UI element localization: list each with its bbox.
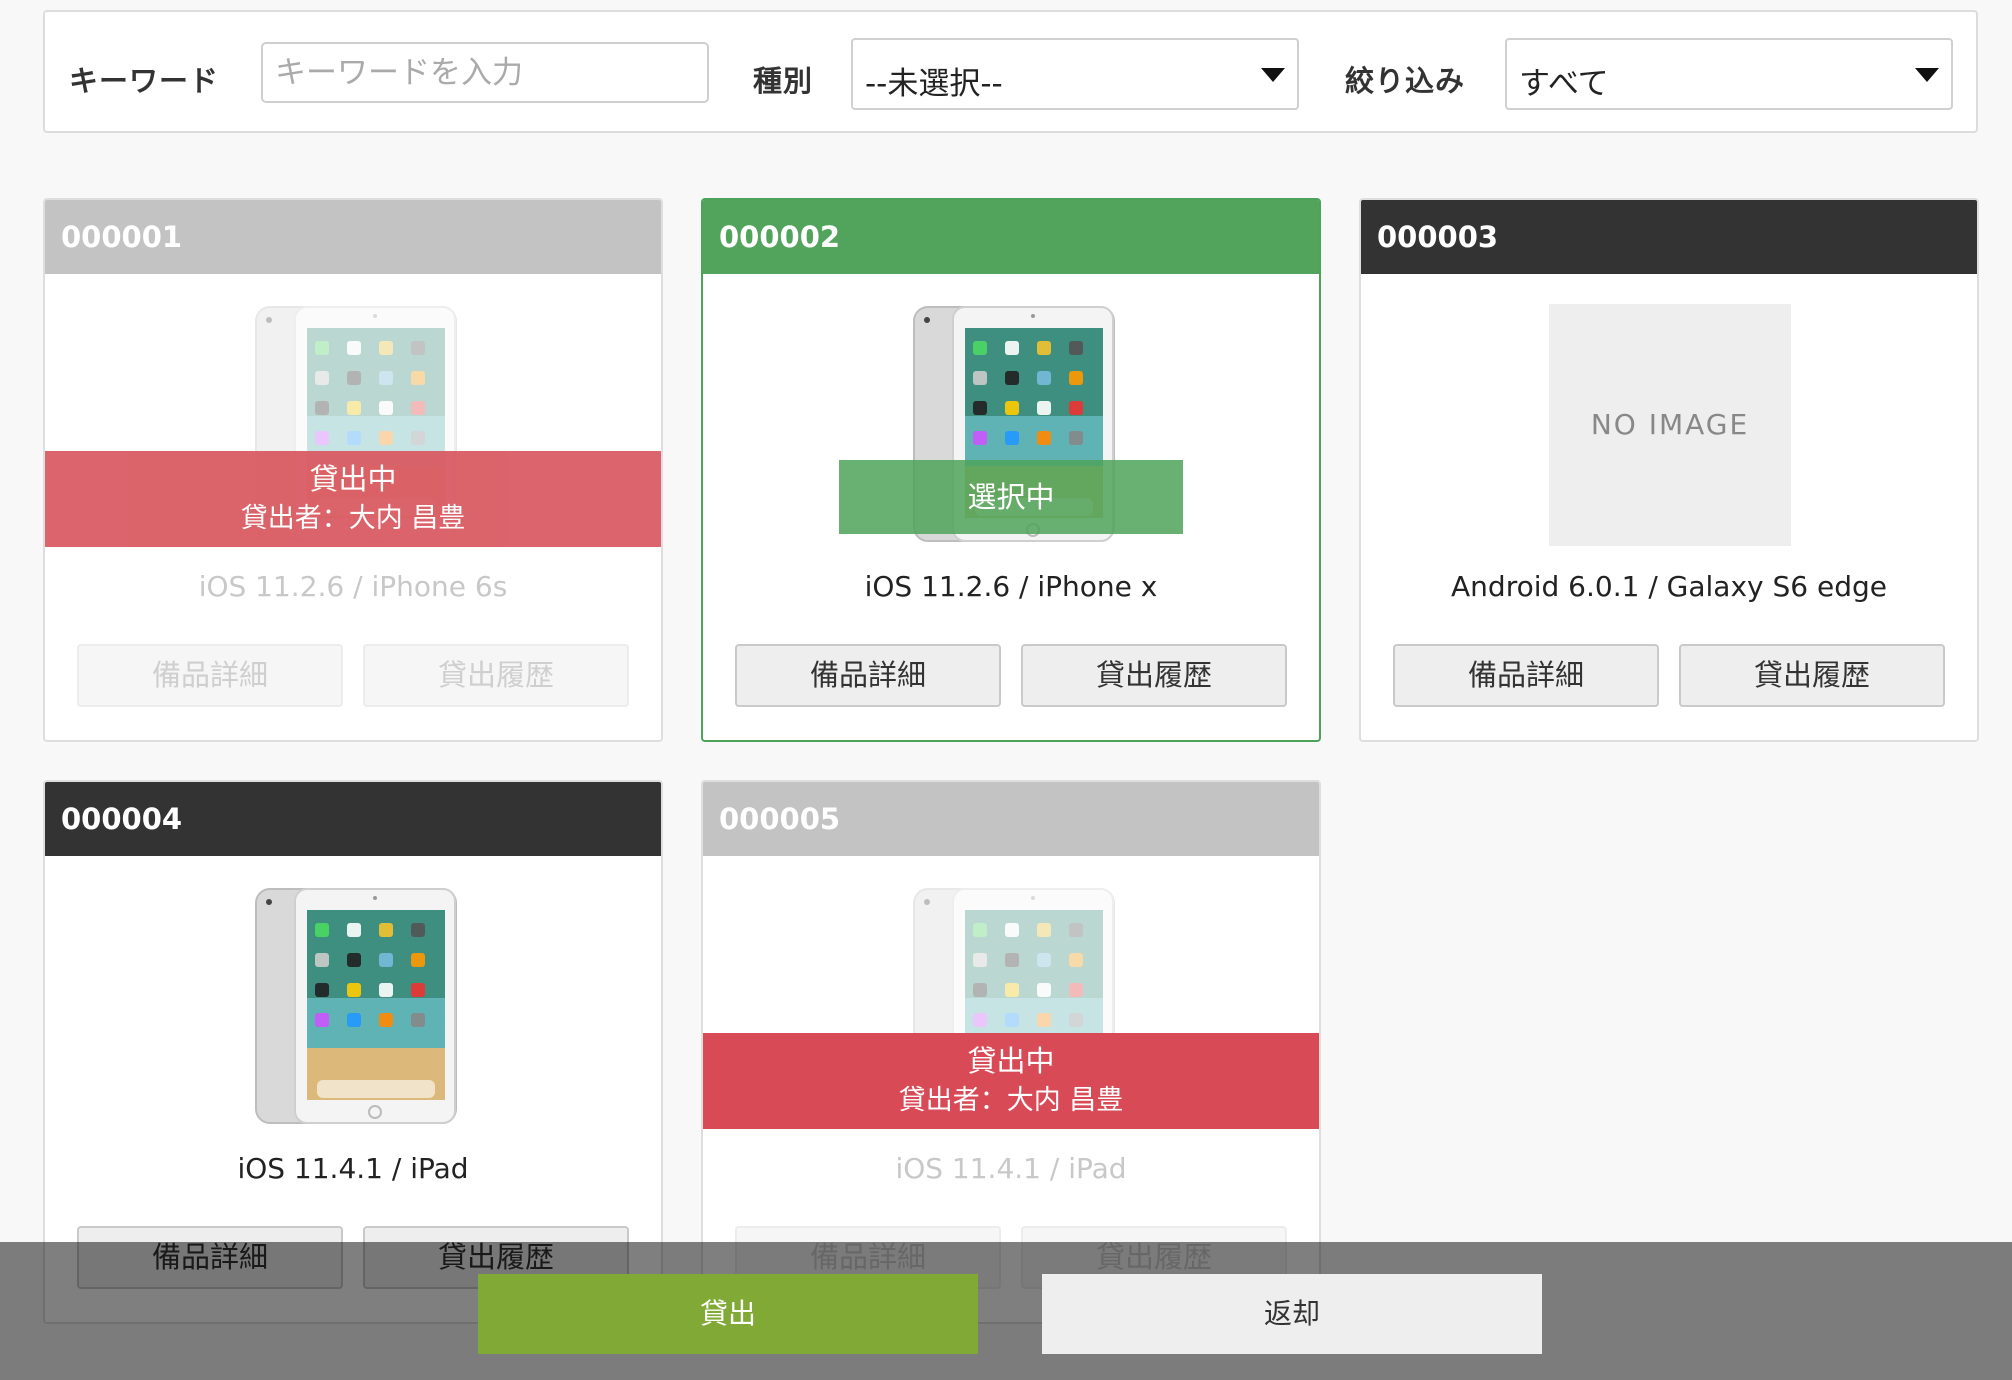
lent-status-band: 貸出中 貸出者：大内 昌豊: [45, 451, 661, 547]
type-label: 種別: [753, 64, 814, 98]
item-id: 000003: [1361, 200, 1977, 274]
action-bar-overlay: [0, 1242, 2012, 1380]
lending-history-button[interactable]: 貸出履歴: [1021, 644, 1287, 707]
borrower-name: 貸出者：大内 昌豊: [898, 1085, 1124, 1116]
filter-label: 絞り込み: [1345, 64, 1466, 98]
selected-badge: 選択中: [839, 460, 1183, 534]
item-id: 000002: [703, 200, 1319, 274]
borrower-name: 貸出者：大内 昌豊: [240, 503, 466, 534]
lending-history-button[interactable]: 貸出履歴: [1679, 644, 1945, 707]
lent-status: 貸出中: [309, 462, 397, 496]
device-name: iOS 11.4.1 / iPad: [895, 1152, 1127, 1185]
item-id: 000004: [45, 782, 661, 856]
item-card[interactable]: 000002 選択中 iOS 11.2.6 / iPhone x 備品詳細 貸出…: [701, 198, 1321, 742]
device-image: [255, 888, 457, 1124]
item-detail-button[interactable]: 備品詳細: [735, 644, 1001, 707]
type-select-value: --未選択--: [865, 66, 1003, 102]
item-id: 000005: [703, 782, 1319, 856]
item-detail-button[interactable]: 備品詳細: [1393, 644, 1659, 707]
lent-status: 貸出中: [967, 1044, 1055, 1078]
lend-button[interactable]: 貸出: [478, 1274, 978, 1354]
filter-bar: キーワード 種別 --未選択-- 絞り込み すべて: [43, 10, 1978, 133]
item-id: 000001: [45, 200, 661, 274]
device-name: iOS 11.2.6 / iPhone x: [864, 570, 1158, 603]
lending-history-button[interactable]: 貸出履歴: [363, 644, 629, 707]
keyword-input[interactable]: [261, 42, 709, 103]
item-card[interactable]: 000001 貸出中 貸出者：大内 昌豊 iOS 11.2.6 / iPhone…: [43, 198, 663, 742]
filter-select-value: すべて: [1519, 66, 1609, 102]
dropdown-arrow-icon: [1915, 68, 1939, 82]
dropdown-arrow-icon: [1261, 68, 1285, 82]
lent-status-band: 貸出中 貸出者：大内 昌豊: [703, 1033, 1319, 1129]
item-detail-button[interactable]: 備品詳細: [77, 644, 343, 707]
type-select[interactable]: --未選択--: [851, 38, 1299, 110]
item-card[interactable]: 000003 NO IMAGE Android 6.0.1 / Galaxy S…: [1359, 198, 1979, 742]
keyword-label: キーワード: [69, 64, 220, 98]
device-name: iOS 11.4.1 / iPad: [237, 1152, 469, 1185]
filter-select[interactable]: すべて: [1505, 38, 1953, 110]
no-image-placeholder: NO IMAGE: [1549, 304, 1791, 546]
device-name: iOS 11.2.6 / iPhone 6s: [198, 570, 508, 603]
return-button[interactable]: 返却: [1042, 1274, 1542, 1354]
device-name: Android 6.0.1 / Galaxy S6 edge: [1451, 570, 1887, 603]
